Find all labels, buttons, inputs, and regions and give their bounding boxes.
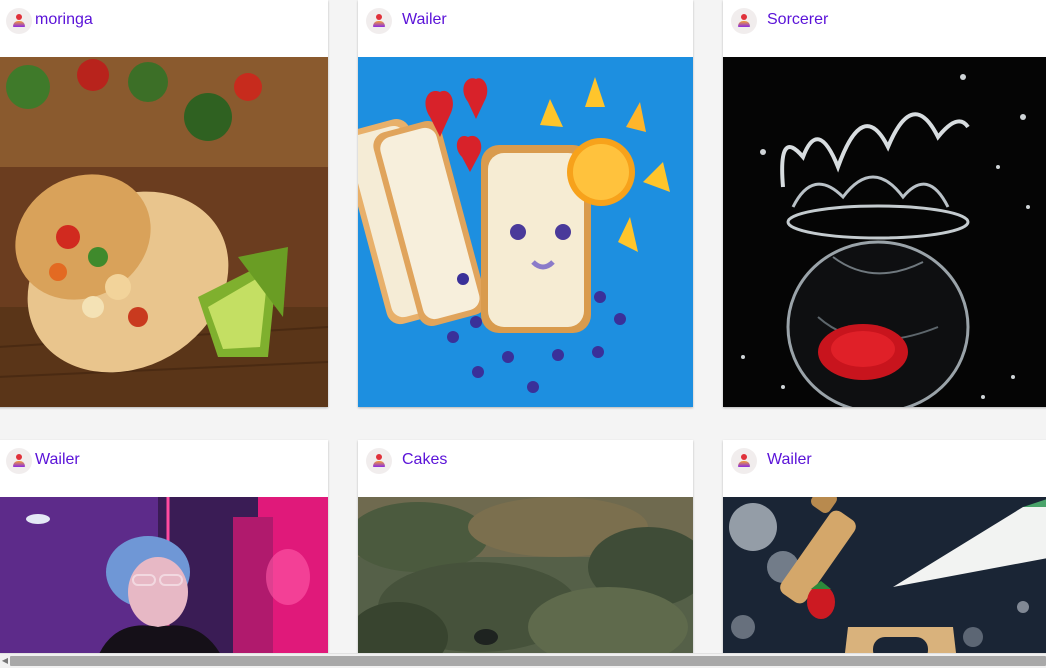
user-avatar-icon[interactable] bbox=[6, 448, 32, 474]
post-username[interactable]: Cakes bbox=[402, 451, 447, 469]
post-header: moringa bbox=[0, 0, 328, 56]
post-username[interactable]: Wailer bbox=[402, 11, 447, 29]
post-card[interactable]: moringa bbox=[0, 0, 328, 407]
scroll-left-arrow-icon[interactable]: ◀ bbox=[0, 654, 10, 668]
post-username[interactable]: Wailer bbox=[35, 451, 80, 469]
forest-cyclist-photo[interactable] bbox=[358, 497, 693, 653]
neon-portrait-photo[interactable] bbox=[0, 497, 328, 653]
baking-flour-photo[interactable] bbox=[723, 497, 1046, 653]
post-header: Cakes bbox=[358, 440, 693, 496]
scrollbar-thumb[interactable] bbox=[10, 656, 1046, 666]
posts-grid: moringa Wailer Sorcerer Wailer Cakes Wai… bbox=[0, 0, 1046, 653]
post-header: Wailer bbox=[358, 0, 693, 56]
post-card[interactable]: Wailer bbox=[358, 0, 693, 407]
horizontal-scrollbar[interactable]: ◀ bbox=[0, 653, 1046, 668]
post-username[interactable]: moringa bbox=[35, 11, 93, 29]
user-avatar-icon[interactable] bbox=[6, 8, 32, 34]
bread-face-photo[interactable] bbox=[358, 57, 693, 407]
post-card[interactable]: Cakes bbox=[358, 440, 693, 653]
user-avatar-icon[interactable] bbox=[731, 8, 757, 34]
post-header: Wailer bbox=[723, 440, 1046, 496]
user-avatar-icon[interactable] bbox=[731, 448, 757, 474]
post-card[interactable]: Sorcerer bbox=[723, 0, 1046, 407]
post-username[interactable]: Wailer bbox=[767, 451, 812, 469]
post-header: Wailer bbox=[0, 440, 328, 496]
post-card[interactable]: Wailer bbox=[723, 440, 1046, 653]
burrito-photo[interactable] bbox=[0, 57, 328, 407]
post-card[interactable]: Wailer bbox=[0, 440, 328, 653]
user-avatar-icon[interactable] bbox=[366, 448, 392, 474]
post-header: Sorcerer bbox=[723, 0, 1046, 56]
water-splash-glass-photo[interactable] bbox=[723, 57, 1046, 407]
post-username[interactable]: Sorcerer bbox=[767, 11, 828, 29]
user-avatar-icon[interactable] bbox=[366, 8, 392, 34]
